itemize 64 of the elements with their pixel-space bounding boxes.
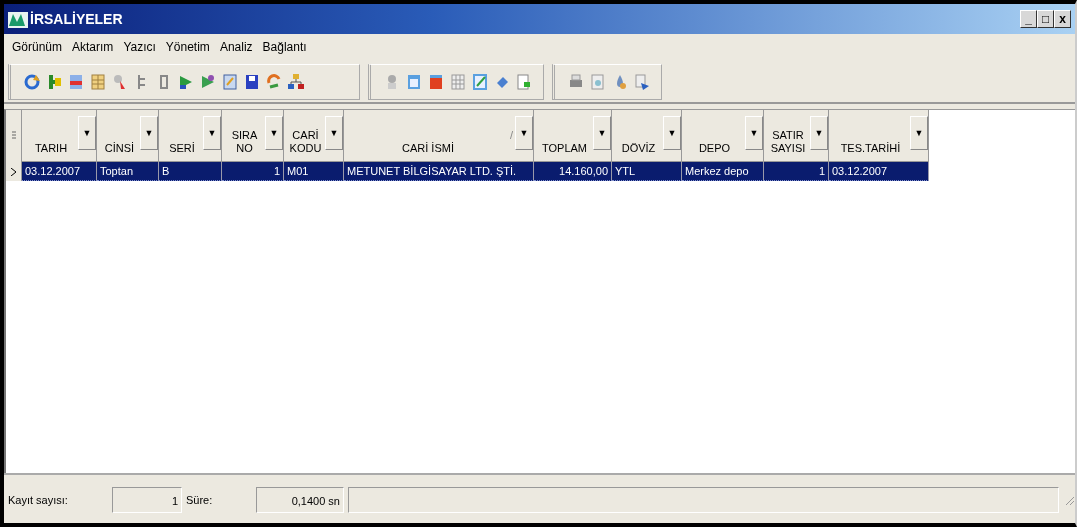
column-header[interactable]: SIRA NO ▼ — [222, 110, 284, 162]
grid-icon[interactable] — [89, 73, 107, 91]
page-arrow-icon[interactable] — [633, 73, 651, 91]
column-header[interactable]: TARIH ▼ — [22, 110, 97, 162]
column-header[interactable]: DÖVİZ ▼ — [612, 110, 682, 162]
filter-button[interactable]: ▼ — [265, 116, 283, 150]
filter-button[interactable]: ▼ — [140, 116, 158, 150]
list-icon[interactable] — [67, 73, 85, 91]
arrow-tool-icon[interactable] — [199, 73, 217, 91]
window-title: İRSALİYELER — [30, 11, 124, 27]
table-cell[interactable]: M01 — [284, 162, 344, 181]
menu-item[interactable]: Bağlantı — [258, 38, 311, 56]
app-logo-icon — [8, 10, 28, 28]
save-icon[interactable] — [243, 73, 261, 91]
column-header[interactable]: CARİ KODU ▼ — [284, 110, 344, 162]
export-icon[interactable] — [515, 73, 533, 91]
menu-item[interactable]: Yazıcı — [119, 38, 160, 56]
column-header[interactable]: SERİ ▼ — [159, 110, 222, 162]
menu-item[interactable]: Analiz — [215, 38, 257, 56]
table-cell[interactable]: 1 — [222, 162, 284, 181]
table-cell[interactable]: 14.160,00 — [534, 162, 612, 181]
preview-icon[interactable] — [589, 73, 607, 91]
filter-button[interactable]: ▼ — [745, 116, 763, 150]
table-cell[interactable]: 03.12.2007 — [22, 162, 97, 181]
table-cell[interactable]: B — [159, 162, 222, 181]
pencil-sheet-icon[interactable] — [471, 73, 489, 91]
column-header[interactable]: CARİ İSMİ / ▼ — [344, 110, 534, 162]
column-header[interactable]: TOPLAM ▼ — [534, 110, 612, 162]
column-header[interactable]: DEPO ▼ — [682, 110, 764, 162]
filter-button[interactable]: ▼ — [663, 116, 681, 150]
form-icon[interactable] — [405, 73, 423, 91]
filter-button[interactable]: ▼ — [810, 116, 828, 150]
table-cell[interactable]: YTL — [612, 162, 682, 181]
record-count-value: 1 — [112, 487, 182, 513]
record-count-label: Kayıt sayısı: — [8, 494, 69, 506]
table-icon[interactable] — [449, 73, 467, 91]
menu-item[interactable]: Yönetim — [161, 38, 214, 56]
filled-sheet-icon[interactable] — [427, 73, 445, 91]
hierarchy-icon[interactable] — [287, 73, 305, 91]
filter-button[interactable]: ▼ — [593, 116, 611, 150]
table-cell[interactable]: 1 — [764, 162, 829, 181]
table-cell[interactable]: METUNET BİLGİSAYAR LTD. ŞTİ. — [344, 162, 534, 181]
maximize-button[interactable]: □ — [1037, 10, 1054, 28]
table-cell[interactable]: 03.12.2007 — [829, 162, 929, 181]
table-cell[interactable]: Toptan — [97, 162, 159, 181]
resize-grip-icon[interactable] — [1063, 494, 1075, 506]
filter-button[interactable]: ▼ — [325, 116, 343, 150]
menu-item[interactable]: Aktarım — [68, 38, 118, 56]
filter-button[interactable]: ▼ — [910, 116, 928, 150]
menu-item[interactable]: Görünüm — [8, 38, 67, 56]
minimize-button[interactable]: _ — [1020, 10, 1037, 28]
time-value: 0,1400 sn — [256, 487, 344, 513]
column-chooser-icon[interactable] — [11, 131, 16, 141]
filter-button[interactable]: ▼ — [515, 116, 533, 150]
column-header[interactable]: CİNSİ ▼ — [97, 110, 159, 162]
filter-button[interactable]: ▼ — [203, 116, 221, 150]
column-header[interactable]: SATIR SAYISI ▼ — [764, 110, 829, 162]
column-header[interactable]: TES.TARİHİ ▼ — [829, 110, 929, 162]
close-button[interactable]: x — [1054, 10, 1071, 28]
refresh-icon[interactable] — [23, 73, 41, 91]
time-label: Süre: — [186, 494, 214, 506]
table-cell[interactable]: Merkez depo — [682, 162, 764, 181]
sort-mark: / — [509, 128, 513, 141]
filter-button[interactable]: ▼ — [78, 116, 96, 150]
